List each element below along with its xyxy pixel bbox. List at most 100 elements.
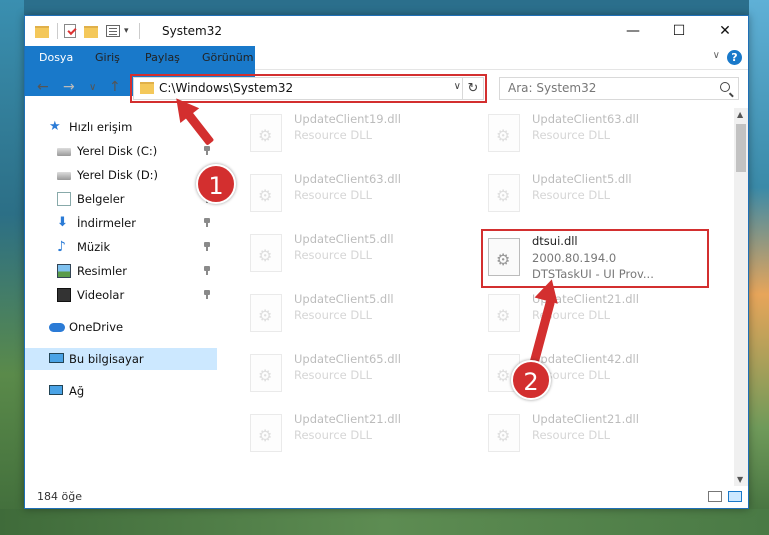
- sidebar-item-label: Belgeler: [77, 192, 125, 206]
- file-description: Resource DLL: [294, 368, 373, 382]
- file-item[interactable]: UpdateClient21.dll Resource DLL: [482, 408, 712, 458]
- sidebar-item-label: OneDrive: [69, 320, 124, 334]
- search-icon[interactable]: [720, 82, 730, 92]
- pin-icon[interactable]: [203, 146, 211, 155]
- toolbar-separator: [138, 23, 140, 39]
- sidebar-item-label: Yerel Disk (C:): [77, 144, 158, 158]
- sidebar-item-label: Bu bilgisayar: [69, 352, 144, 366]
- dll-file-icon: [250, 414, 282, 452]
- file-highlight-box: [481, 229, 709, 288]
- desktop-background-left: [0, 0, 24, 535]
- search-box[interactable]: Ara: System32: [499, 77, 739, 100]
- file-name: UpdateClient65.dll: [294, 352, 401, 366]
- sidebar-item-this-pc[interactable]: Bu bilgisayar: [25, 348, 217, 370]
- scroll-down-icon[interactable]: ▼: [737, 475, 743, 484]
- file-description: Resource DLL: [532, 428, 611, 442]
- sidebar-item-videos[interactable]: Videolar: [57, 284, 217, 306]
- file-description: Resource DLL: [294, 308, 373, 322]
- file-description: Resource DLL: [294, 188, 373, 202]
- up-button[interactable]: ↑: [109, 79, 121, 95]
- file-item[interactable]: UpdateClient5.dll Resource DLL: [244, 228, 474, 278]
- file-item[interactable]: UpdateClient5.dll Resource DLL: [244, 288, 474, 338]
- dll-file-icon: [250, 174, 282, 212]
- minimize-button[interactable]: —: [610, 16, 656, 46]
- star-icon: ★: [49, 119, 61, 134]
- dll-file-icon: [488, 414, 520, 452]
- file-item[interactable]: UpdateClient63.dll Resource DLL: [482, 108, 712, 158]
- sidebar-item-label: İndirmeler: [77, 216, 136, 230]
- documents-icon: [57, 192, 71, 206]
- file-name: UpdateClient21.dll: [532, 412, 639, 426]
- vertical-scrollbar[interactable]: ▲ ▼: [734, 108, 748, 486]
- file-description: Resource DLL: [294, 128, 373, 142]
- file-name: UpdateClient5.dll: [294, 232, 394, 246]
- pin-icon[interactable]: [203, 242, 211, 251]
- file-item[interactable]: UpdateClient65.dll Resource DLL: [244, 348, 474, 398]
- dll-file-icon: [250, 114, 282, 152]
- navigation-pane: ★ Hızlı erişim Yerel Disk (C:) Yerel Dis…: [25, 108, 217, 486]
- maximize-button[interactable]: ☐: [656, 16, 702, 46]
- pin-icon[interactable]: [203, 290, 211, 299]
- sidebar-item-label: Hızlı erişim: [69, 120, 133, 134]
- expand-ribbon-icon[interactable]: ∨: [713, 50, 720, 61]
- sidebar-item-label: Ağ: [69, 384, 85, 398]
- customize-qa-chevron-icon[interactable]: ▾: [124, 26, 129, 36]
- dll-file-icon: [250, 354, 282, 392]
- file-name: UpdateClient42.dll: [532, 352, 639, 366]
- properties-icon[interactable]: [64, 24, 76, 38]
- sidebar-item-local-disk-d[interactable]: Yerel Disk (D:): [57, 164, 217, 186]
- close-button[interactable]: ✕: [702, 16, 748, 46]
- view-menu-icon[interactable]: [106, 25, 120, 37]
- file-item[interactable]: UpdateClient5.dll Resource DLL: [482, 168, 712, 218]
- pin-icon[interactable]: [203, 218, 211, 227]
- file-name: UpdateClient5.dll: [532, 172, 632, 186]
- sidebar-item-pictures[interactable]: Resimler: [57, 260, 217, 282]
- network-icon: [49, 385, 63, 395]
- file-name: UpdateClient21.dll: [294, 412, 401, 426]
- quick-access-toolbar: ▾: [35, 23, 144, 39]
- file-description: Resource DLL: [532, 128, 611, 142]
- recent-locations-button[interactable]: ∨: [89, 82, 96, 93]
- file-name: UpdateClient63.dll: [294, 172, 401, 186]
- sidebar-item-network[interactable]: Ağ: [49, 380, 209, 402]
- pin-icon[interactable]: [203, 266, 211, 275]
- help-icon[interactable]: ?: [727, 50, 742, 65]
- file-item[interactable]: UpdateClient19.dll Resource DLL: [244, 108, 474, 158]
- sidebar-item-documents[interactable]: Belgeler: [57, 188, 217, 210]
- scroll-thumb[interactable]: [736, 124, 746, 172]
- file-list: UpdateClient19.dll Resource DLL UpdateCl…: [218, 108, 734, 486]
- downloads-icon: ⬇: [57, 215, 68, 230]
- sidebar-item-label: Yerel Disk (D:): [77, 168, 159, 182]
- sidebar-item-label: Müzik: [77, 240, 111, 254]
- pictures-icon: [57, 264, 71, 278]
- annotation-badge-1: 1: [196, 164, 236, 204]
- file-item[interactable]: UpdateClient21.dll Resource DLL: [482, 288, 712, 338]
- sidebar-item-local-disk-c[interactable]: Yerel Disk (C:): [57, 140, 217, 162]
- file-item[interactable]: UpdateClient63.dll Resource DLL: [244, 168, 474, 218]
- scroll-up-icon[interactable]: ▲: [737, 110, 743, 119]
- sidebar-item-onedrive[interactable]: OneDrive: [49, 316, 209, 338]
- onedrive-icon: [49, 323, 65, 332]
- details-view-icon[interactable]: [708, 491, 722, 502]
- disk-icon: [57, 172, 71, 180]
- tab-share[interactable]: Paylaş: [145, 46, 180, 70]
- file-description: Resource DLL: [294, 428, 373, 442]
- videos-icon: [57, 288, 71, 302]
- forward-button[interactable]: →: [63, 79, 75, 95]
- window-title: System32: [162, 24, 223, 38]
- file-name: UpdateClient63.dll: [532, 112, 639, 126]
- music-icon: ♪: [57, 239, 66, 255]
- tab-home[interactable]: Giriş: [95, 46, 120, 70]
- file-item[interactable]: UpdateClient21.dll Resource DLL: [244, 408, 474, 458]
- sidebar-item-music[interactable]: ♪ Müzik: [57, 236, 217, 258]
- file-name: UpdateClient19.dll: [294, 112, 401, 126]
- new-folder-icon[interactable]: [84, 25, 98, 38]
- dll-file-icon: [250, 294, 282, 332]
- back-button[interactable]: ←: [37, 79, 49, 95]
- navigation-bar: ← → ∨ ↑ C:\Windows\System32 ∨ ↻ Ara: Sys…: [25, 70, 748, 106]
- sidebar-item-downloads[interactable]: ⬇ İndirmeler: [57, 212, 217, 234]
- search-placeholder: Ara: System32: [508, 81, 597, 95]
- annotation-badge-2: 2: [511, 360, 551, 400]
- tab-view[interactable]: Görünüm: [202, 46, 253, 70]
- tiles-view-icon[interactable]: [728, 491, 742, 502]
